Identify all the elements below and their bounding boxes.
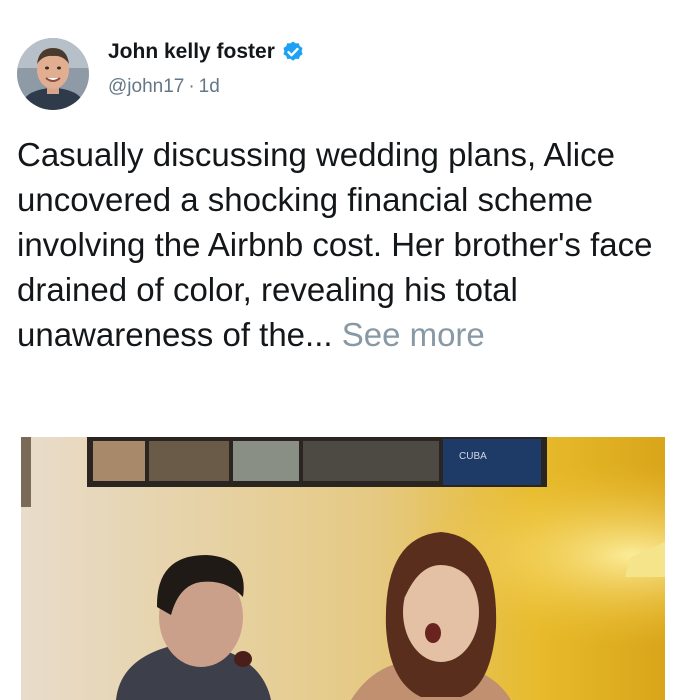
author-name[interactable]: John kelly foster xyxy=(108,40,275,64)
handle-row: @john17 · 1d xyxy=(108,76,220,98)
author-name-row: John kelly foster xyxy=(108,40,305,64)
author-handle[interactable]: @john17 xyxy=(108,76,184,98)
avatar-portrait-icon xyxy=(17,38,89,110)
tweet-header: John kelly foster @john17 · 1d xyxy=(17,38,677,110)
timestamp[interactable]: 1d xyxy=(199,76,220,98)
tweet-text: Casually discussing wedding plans, Alice… xyxy=(17,132,685,357)
verified-badge-icon xyxy=(281,40,305,64)
tweet-photo[interactable]: CUBA xyxy=(21,437,665,700)
author-avatar[interactable] xyxy=(17,38,89,110)
photo-scene-icon: CUBA xyxy=(21,437,665,700)
poster-text: CUBA xyxy=(459,451,487,462)
tweet-body: Casually discussing wedding plans, Alice… xyxy=(17,136,653,353)
see-more-link[interactable]: See more xyxy=(342,316,485,353)
separator-dot: · xyxy=(188,76,195,97)
